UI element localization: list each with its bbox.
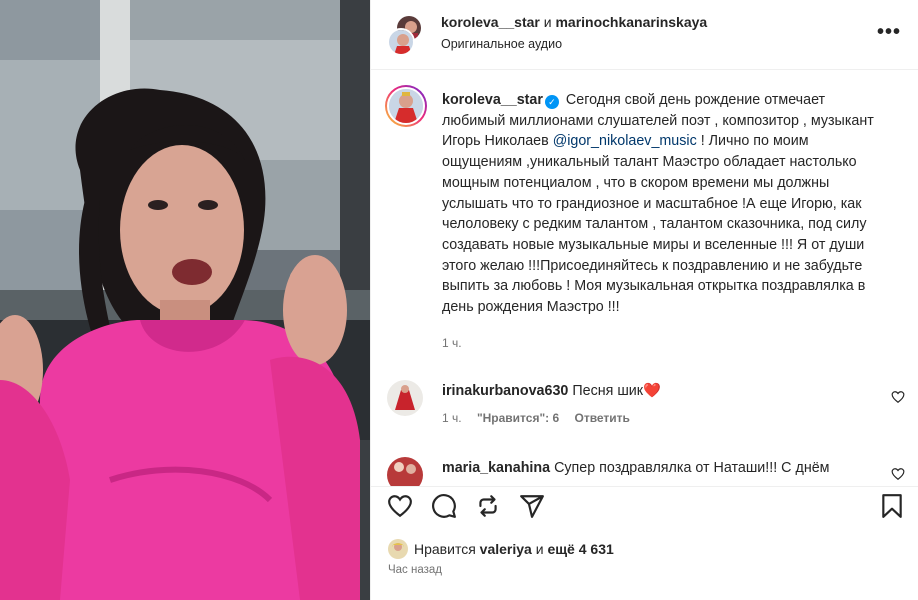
share-icon[interactable] bbox=[519, 493, 545, 519]
header-text: koroleva__star и marinochkanarinskaya Ор… bbox=[441, 14, 707, 51]
avatar[interactable] bbox=[388, 539, 408, 559]
comment-username[interactable]: maria_kanahina bbox=[442, 460, 550, 476]
comment-time[interactable]: 1 ч. bbox=[442, 411, 462, 425]
heart-icon[interactable] bbox=[891, 390, 905, 404]
collab-user-2[interactable]: marinochkanarinskaya bbox=[555, 14, 707, 30]
conjunction: и bbox=[543, 14, 552, 30]
post-caption: koroleva__star ✓ Сегодня свой день рожден… bbox=[442, 90, 882, 318]
comment-icon[interactable] bbox=[431, 493, 457, 519]
header-usernames: koroleva__star и marinochkanarinskaya bbox=[441, 14, 707, 30]
caption-timestamp[interactable]: 1 ч. bbox=[442, 336, 462, 350]
heart-icon[interactable] bbox=[387, 493, 413, 519]
mention-link[interactable]: @igor_nikolaev_music bbox=[553, 133, 697, 149]
comment-text: Песня шик bbox=[572, 383, 644, 399]
post-timestamp[interactable]: Час назад bbox=[388, 564, 442, 576]
collab-avatars[interactable] bbox=[387, 14, 431, 56]
comment-body: irinakurbanova630 Песня шик❤️ bbox=[442, 381, 872, 401]
video-frame-image bbox=[0, 0, 370, 600]
collab-user-1[interactable]: koroleva__star bbox=[441, 14, 540, 30]
reply-button[interactable]: Ответить bbox=[574, 411, 629, 425]
avatar[interactable] bbox=[387, 457, 423, 486]
comment-text: Супер поздравлялка от Наташи!!! С днём bbox=[554, 460, 830, 476]
post-video[interactable] bbox=[0, 0, 370, 600]
likes-count-link[interactable]: ещё 4 631 bbox=[547, 541, 613, 557]
post-actions: Нравится valeriya и ещё 4 631 Час назад bbox=[371, 486, 918, 596]
likes-user-link[interactable]: valeriya bbox=[480, 541, 532, 557]
heart-emoji: ❤️ bbox=[643, 383, 661, 399]
comment-body: maria_kanahina Супер поздравлялка от Нат… bbox=[442, 458, 872, 478]
repost-icon[interactable] bbox=[475, 493, 501, 519]
comment-likes[interactable]: "Нравится": 6 bbox=[477, 411, 559, 425]
likes-prefix: Нравится bbox=[414, 541, 476, 557]
avatar[interactable] bbox=[385, 85, 427, 127]
likes-summary: Нравится valeriya и ещё 4 631 bbox=[388, 539, 614, 559]
heart-icon[interactable] bbox=[891, 467, 905, 481]
caption-text-2: ! Лично по моим ощущениям ,уникальный та… bbox=[442, 133, 867, 316]
comment-meta: 1 ч. "Нравится": 6 Ответить bbox=[442, 411, 642, 425]
bookmark-icon[interactable] bbox=[879, 493, 905, 519]
comments-scroll-area[interactable]: koroleva__star ✓ Сегодня свой день рожден… bbox=[371, 71, 918, 486]
post-header: koroleva__star и marinochkanarinskaya Ор… bbox=[371, 0, 918, 70]
original-audio-link[interactable]: Оригинальное аудио bbox=[441, 37, 707, 51]
avatar[interactable] bbox=[387, 28, 415, 56]
more-horizontal-icon[interactable]: ••• bbox=[877, 22, 901, 42]
comment-username[interactable]: irinakurbanova630 bbox=[442, 383, 568, 399]
caption-username[interactable]: koroleva__star bbox=[442, 92, 543, 108]
likes-and: и bbox=[535, 541, 544, 557]
avatar[interactable] bbox=[387, 380, 423, 416]
verified-badge-icon: ✓ bbox=[544, 95, 559, 109]
post-details-panel: koroleva__star и marinochkanarinskaya Ор… bbox=[370, 0, 918, 600]
